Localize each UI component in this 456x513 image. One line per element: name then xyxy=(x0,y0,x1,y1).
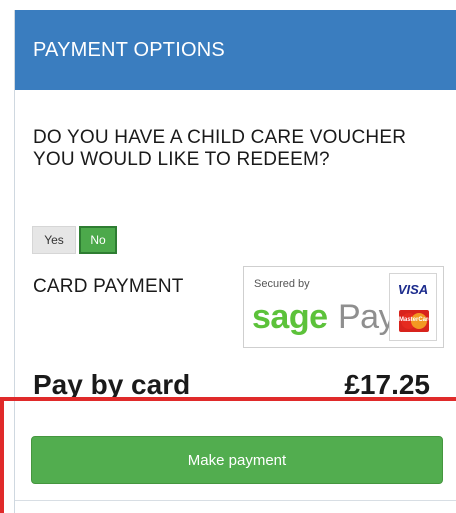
voucher-no-button[interactable]: No xyxy=(79,226,117,254)
pay-logo-text: Pay xyxy=(338,298,396,336)
divider xyxy=(15,500,456,501)
payment-amount: £17.25 xyxy=(344,369,430,400)
sage-logo-text: sage xyxy=(252,298,328,336)
accepted-cards: VISA MasterCard xyxy=(389,273,437,341)
pay-by-card-label: Pay by card xyxy=(33,369,191,400)
voucher-toggle: Yes No xyxy=(32,226,117,254)
secured-by-text: Secured by xyxy=(254,278,310,290)
make-payment-button[interactable]: Make payment xyxy=(31,436,443,484)
mastercard-logo: MasterCard xyxy=(399,310,433,332)
voucher-question: DO YOU HAVE A CHILD CARE VOUCHER YOU WOU… xyxy=(33,127,407,170)
mastercard-logo-text: MasterCard xyxy=(399,317,433,323)
sagepay-badge: Secured by sage Pay VISA MasterCard xyxy=(243,266,444,348)
voucher-yes-button[interactable]: Yes xyxy=(32,226,76,254)
visa-logo: VISA xyxy=(397,282,429,297)
panel-title: PAYMENT OPTIONS xyxy=(33,38,225,61)
card-payment-label: CARD PAYMENT xyxy=(33,276,184,297)
panel-header: PAYMENT OPTIONS xyxy=(15,10,456,90)
